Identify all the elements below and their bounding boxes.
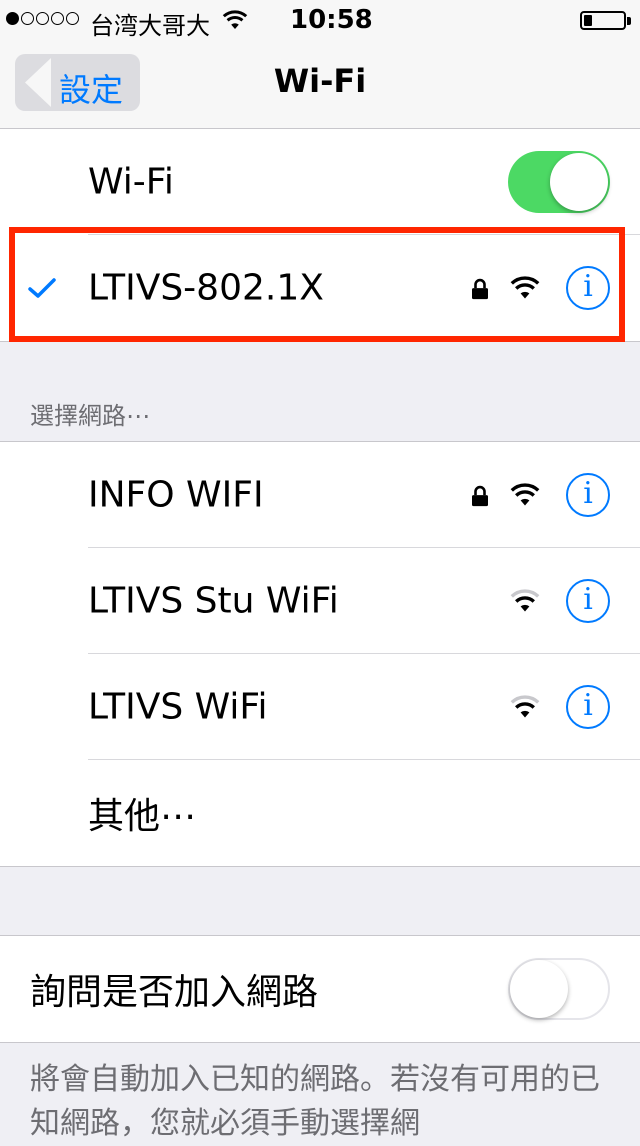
network-name: INFO WIFI (88, 474, 264, 516)
info-icon: i (583, 582, 593, 617)
wifi-signal-icon (510, 589, 540, 612)
lock-icon (472, 485, 488, 507)
wifi-signal-icon (510, 695, 540, 718)
other-network-label: 其他⋯ (88, 796, 197, 837)
network-list: INFO WIFI i LTIVS Stu WiFi i LTIVS WiFi … (0, 441, 640, 867)
ask-to-join-group: 詢問是否加入網路 (0, 935, 640, 1043)
network-name: LTIVS WiFi (88, 686, 268, 728)
network-row-info-wifi[interactable]: INFO WIFI i (0, 442, 640, 548)
page-title: Wi-Fi (273, 62, 367, 100)
clock: 10:58 (290, 5, 373, 35)
wifi-signal-icon (510, 483, 540, 506)
ask-to-join-description: 將會自動加入已知的網路。若沒有可用的已知網路，您就必須手動選擇網 (30, 1062, 600, 1141)
wifi-group: Wi-Fi LTIVS-802.1X i (0, 128, 640, 342)
network-name: LTIVS Stu WiFi (88, 580, 339, 622)
carrier-name: 台湾大哥大 (90, 12, 210, 40)
network-row-ltivs-stu-wifi[interactable]: LTIVS Stu WiFi i (0, 548, 640, 654)
connected-network-info-button[interactable]: i (566, 266, 610, 310)
wifi-toggle-row: Wi-Fi (0, 129, 640, 235)
wifi-status-icon (222, 10, 248, 29)
cellular-signal-icon (6, 12, 79, 25)
status-bar: 台湾大哥大 10:58 (0, 0, 640, 40)
other-network-row[interactable]: 其他⋯ (0, 760, 640, 866)
checkmark-icon (28, 278, 56, 298)
ask-to-join-label: 詢問是否加入網路 (30, 972, 319, 1013)
info-icon: i (583, 688, 593, 723)
wifi-toggle-label: Wi-Fi (88, 161, 174, 203)
navigation-bar: 設定 Wi-Fi (0, 40, 640, 129)
connected-network-name: LTIVS-802.1X (88, 267, 324, 309)
info-icon: i (583, 476, 593, 511)
wifi-toggle[interactable] (508, 151, 610, 213)
network-info-button[interactable]: i (566, 579, 610, 623)
battery-level-fill (584, 15, 592, 26)
battery-icon (580, 11, 631, 30)
choose-network-header: 選擇網路⋯ (30, 402, 150, 430)
lock-icon (472, 278, 488, 300)
network-info-button[interactable]: i (566, 473, 610, 517)
ask-to-join-row: 詢問是否加入網路 (0, 936, 640, 1042)
network-row-ltivs-wifi[interactable]: LTIVS WiFi i (0, 654, 640, 760)
info-icon: i (583, 269, 593, 304)
connected-network-row[interactable]: LTIVS-802.1X i (0, 235, 640, 341)
wifi-signal-icon (510, 276, 540, 299)
network-info-button[interactable]: i (566, 685, 610, 729)
ask-to-join-toggle[interactable] (508, 958, 610, 1020)
